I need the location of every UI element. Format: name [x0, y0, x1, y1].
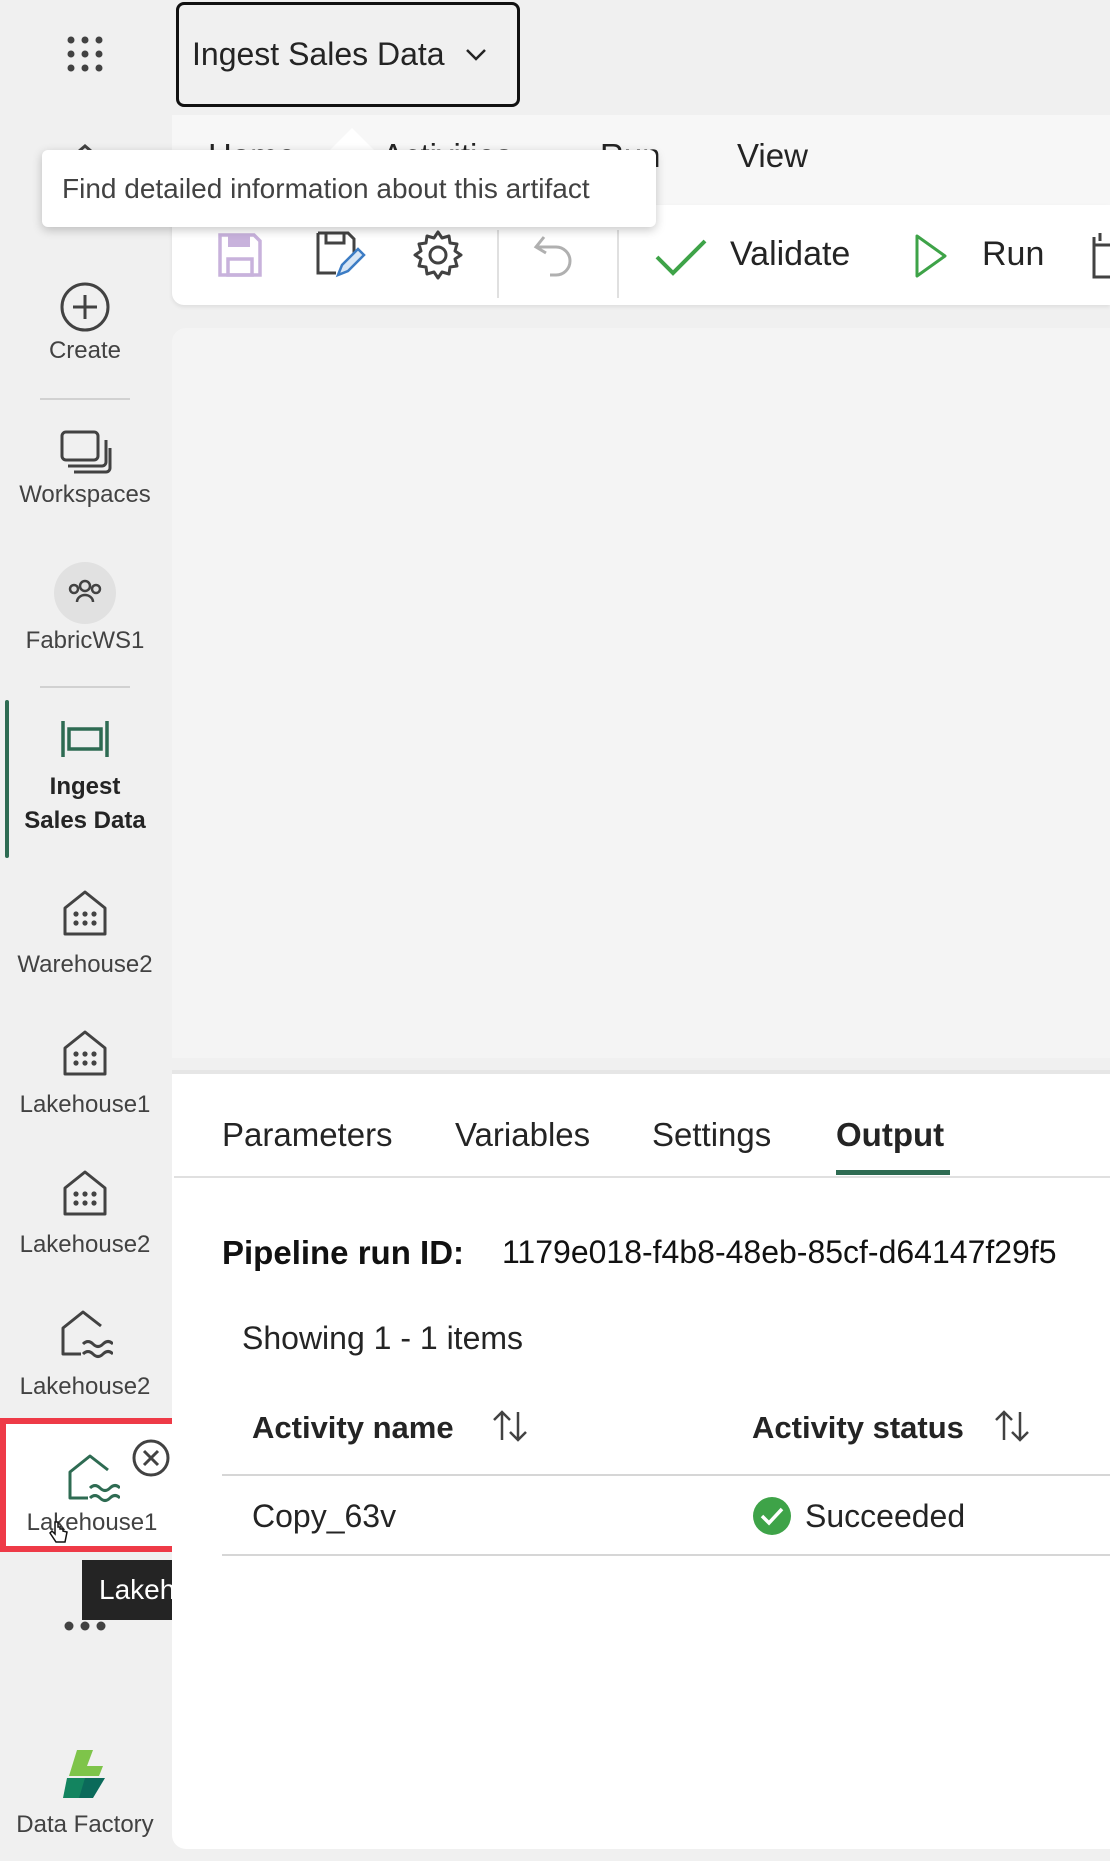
run-button[interactable]: Run	[982, 235, 1044, 274]
schedule-icon[interactable]	[1090, 233, 1110, 279]
rail-label-workspace: FabricWS1	[25, 627, 145, 654]
rail-item-create[interactable]: Create	[0, 280, 170, 368]
sort-icon[interactable]	[490, 1406, 530, 1446]
close-icon[interactable]	[131, 1438, 171, 1478]
undo-icon[interactable]	[530, 233, 576, 279]
tab-settings[interactable]: Settings	[652, 1116, 771, 1154]
settings-gear-icon[interactable]	[412, 229, 464, 281]
tab-parameters[interactable]: Parameters	[222, 1116, 393, 1154]
activity-status-cell: Succeeded	[805, 1498, 966, 1534]
artifact-title-dropdown[interactable]: Ingest Sales Data	[176, 2, 520, 107]
experience-switcher[interactable]: Data Factory	[0, 1748, 170, 1842]
rail-label-lakehouse2: Lakehouse2	[19, 1231, 151, 1258]
chevron-down-icon	[465, 48, 486, 61]
workspace-people-icon	[54, 562, 116, 624]
warehouse-icon	[63, 1170, 107, 1216]
save-as-edit-icon[interactable]	[314, 229, 366, 281]
rail-item-workspaces[interactable]: Workspaces	[0, 428, 170, 512]
lakehouse-icon	[61, 1310, 113, 1358]
waffle-icon	[67, 36, 103, 72]
artifact-title: Ingest Sales Data	[192, 36, 445, 72]
tooltip-beak	[330, 128, 374, 150]
output-panel: Parameters Variables Settings Output Pip…	[172, 1070, 1110, 1849]
toolbar-divider	[617, 230, 619, 298]
save-icon[interactable]	[216, 231, 264, 279]
add-circle-icon	[60, 282, 110, 332]
sort-icon[interactable]	[992, 1406, 1032, 1446]
experience-label: Data Factory	[16, 1811, 154, 1838]
pipeline-icon	[61, 721, 109, 757]
activity-name-cell[interactable]: Copy_63v	[252, 1498, 396, 1535]
checkmark-icon[interactable]	[654, 237, 708, 277]
tab-output[interactable]: Output	[836, 1116, 944, 1154]
tabs-divider	[174, 1176, 1110, 1178]
rail-item-pipeline[interactable]: Ingest Sales Data	[0, 718, 170, 838]
items-count: Showing 1 - 1 items	[242, 1320, 524, 1356]
validate-button[interactable]: Validate	[730, 235, 850, 274]
rail-item-warehouse2[interactable]: Warehouse2	[0, 888, 170, 982]
rail-label-warehouse2: Warehouse2	[17, 951, 153, 978]
app-launcher-button[interactable]	[0, 34, 170, 74]
lakehouse-icon	[68, 1454, 120, 1502]
table-header-divider	[222, 1474, 1110, 1476]
more-icon	[64, 1621, 106, 1631]
success-check-icon	[753, 1497, 791, 1535]
rail-item-lakehouse2[interactable]: Lakehouse2	[0, 1168, 170, 1262]
warehouse-icon	[63, 1030, 107, 1076]
rail-divider	[40, 686, 130, 688]
active-tab-indicator	[836, 1170, 950, 1175]
tab-view[interactable]: View	[737, 137, 808, 175]
rail-label-create: Create	[48, 337, 122, 364]
rail-item-lakehouse1[interactable]: Lakehouse1	[0, 1028, 170, 1122]
pipeline-canvas[interactable]	[172, 328, 1110, 1058]
data-factory-logo-icon	[63, 1750, 105, 1798]
rail-label-lakehouse1-open: Lakehouse1	[26, 1509, 158, 1536]
tab-variables[interactable]: Variables	[455, 1116, 590, 1154]
rail-item-lakehouse2-b[interactable]: Lakehouse2	[0, 1308, 170, 1404]
rail-label-workspaces: Workspaces	[19, 481, 151, 508]
pipeline-run-id-value: 1179e018-f4b8-48eb-85cf-d64147f29f5	[502, 1234, 1057, 1270]
rail-label-lakehouse2-b: Lakehouse2	[19, 1373, 151, 1400]
more-button[interactable]	[0, 1620, 170, 1632]
play-icon[interactable]	[914, 233, 948, 279]
rail-label-lakehouse1: Lakehouse1	[19, 1091, 151, 1118]
workspaces-icon	[60, 430, 112, 474]
pipeline-run-id-label: Pipeline run ID:	[222, 1234, 465, 1271]
warehouse-icon	[63, 890, 107, 936]
rail-item-workspace[interactable]: FabricWS1	[0, 562, 170, 658]
cursor-hand-icon	[49, 1521, 68, 1543]
table-row-divider	[222, 1554, 1110, 1556]
rail-label-pipeline: Ingest Sales Data	[24, 773, 146, 834]
artifact-info-tooltip: Find detailed information about this art…	[42, 150, 656, 227]
rail-divider	[40, 398, 130, 400]
toolbar-divider	[497, 230, 499, 298]
column-header-activity-name[interactable]: Activity name	[252, 1410, 454, 1446]
column-header-activity-status[interactable]: Activity status	[752, 1410, 964, 1446]
